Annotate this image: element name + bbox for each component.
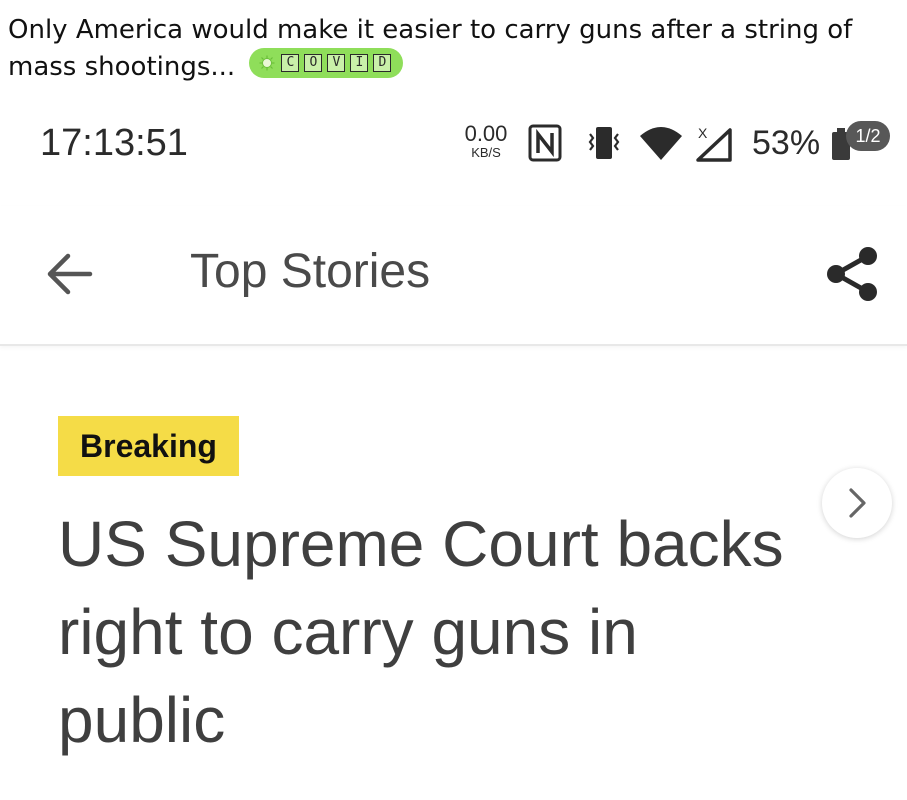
- next-story-button[interactable]: [822, 468, 892, 538]
- flair-letters: C O V I D: [281, 54, 392, 72]
- network-speed-value: 0.00: [464, 121, 508, 146]
- status-bar: 17:13:51 0.00 KB/S X 53% 1/2: [0, 112, 907, 176]
- share-icon[interactable]: [824, 244, 880, 304]
- post-title-text: Only America would make it easier to car…: [8, 15, 853, 82]
- flair-letter: I: [350, 54, 369, 72]
- flair-letter: V: [327, 54, 346, 72]
- arrow-left-icon[interactable]: [42, 250, 96, 298]
- svg-text:X: X: [698, 125, 708, 141]
- flair-letter: O: [304, 54, 323, 72]
- status-clock: 17:13:51: [40, 122, 188, 164]
- chevron-right-icon: [849, 488, 866, 518]
- flair-letter: C: [281, 54, 300, 72]
- app-bar: Top Stories: [0, 206, 907, 346]
- article-headline[interactable]: US Supreme Court backs right to carry gu…: [58, 500, 818, 764]
- battery-percentage: 53%: [752, 124, 821, 162]
- covid-flair[interactable]: C O V I D: [249, 48, 404, 78]
- vibrate-icon: [588, 127, 620, 159]
- flair-letter: D: [373, 54, 392, 72]
- network-speed-unit: KB/S: [471, 145, 501, 160]
- breaking-badge: Breaking: [58, 416, 239, 476]
- wifi-icon: [640, 127, 682, 160]
- app-bar-title: Top Stories: [190, 245, 431, 298]
- no-signal-icon: X: [696, 125, 732, 162]
- page-indicator: 1/2: [846, 121, 890, 151]
- post-title: Only America would make it easier to car…: [8, 12, 898, 85]
- network-speed: 0.00 KB/S: [462, 122, 510, 160]
- virus-icon: [259, 55, 275, 71]
- nfc-icon: [528, 124, 562, 162]
